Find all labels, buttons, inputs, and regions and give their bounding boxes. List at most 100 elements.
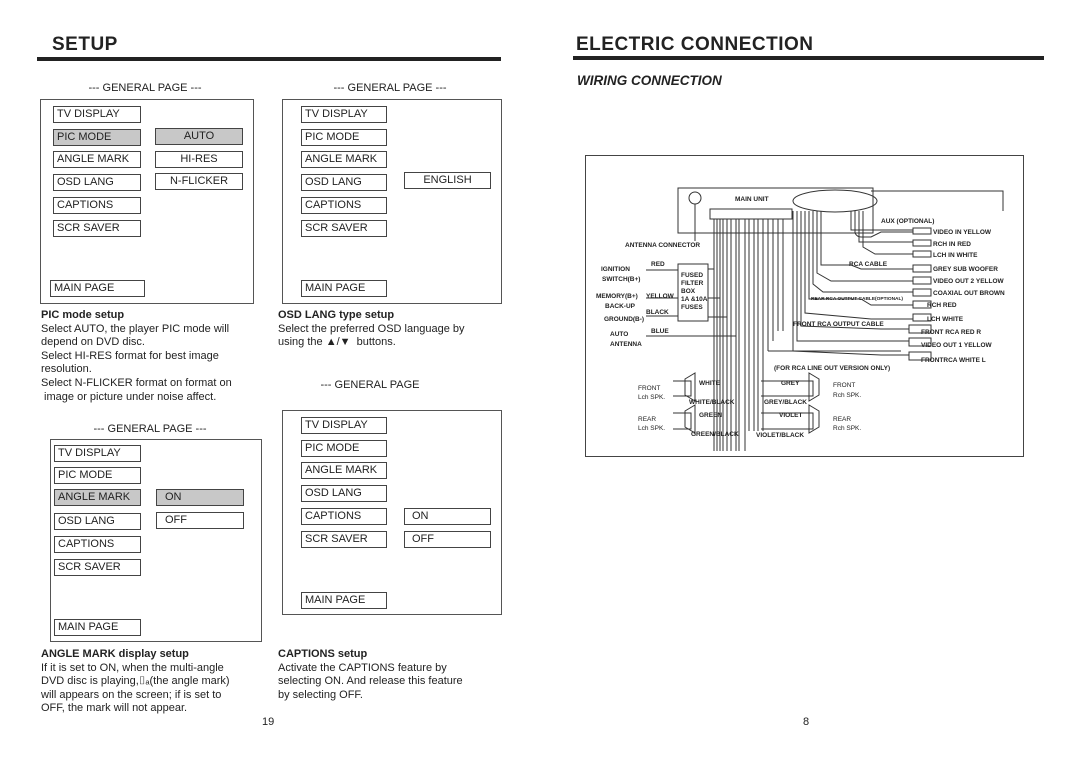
rear-right-neg-label: VIOLET/BLACK — [756, 432, 804, 439]
menu3-item-angle-mark[interactable]: ANGLE MARK — [54, 489, 141, 506]
menu1-option-hi-res[interactable]: HI-RES — [155, 151, 243, 168]
wiring-connection-subtitle: WIRING CONNECTION — [577, 73, 722, 88]
menu1-option-auto[interactable]: AUTO — [155, 128, 243, 145]
menu3-item-scr-saver[interactable]: SCR SAVER — [54, 559, 141, 576]
memory-label: MEMORY(B+) — [596, 293, 638, 300]
menu2-main-page[interactable]: MAIN PAGE — [301, 280, 387, 297]
wiring-diagram-frame: MAIN UNIT ANTENNA CONNECTOR RED IGNITION… — [585, 155, 1024, 457]
menu3-panel: TV DISPLAY PIC MODE ANGLE MARK OSD LANG … — [50, 439, 262, 642]
menu4-item-osd-lang[interactable]: OSD LANG — [301, 485, 387, 502]
menu3-main-page[interactable]: MAIN PAGE — [54, 619, 141, 636]
rear-right-pos-label: VIOLET — [779, 412, 803, 419]
menu2-item-captions[interactable]: CAPTIONS — [301, 197, 387, 214]
angle-mark-description: ANGLE MARK display setup If it is set to… — [41, 648, 271, 716]
antenna-label: ANTENNA — [610, 341, 642, 348]
front-right-pos-label: GREY — [781, 380, 800, 387]
rear-left-speaker-label: Lch SPK. — [638, 425, 665, 432]
desc-line: Select HI-RES format for best image — [41, 349, 219, 362]
desc-line: DVD disc is playing,⌷ₐ(the angle mark) — [41, 675, 230, 688]
connector-label: RCH IN RED — [933, 241, 971, 248]
desc-line: image or picture under noise affect. — [41, 390, 217, 403]
menu4-item-scr-saver[interactable]: SCR SAVER — [301, 531, 387, 548]
menu2-item-pic-mode[interactable]: PIC MODE — [301, 129, 387, 146]
menu1-item-scr-saver[interactable]: SCR SAVER — [53, 220, 141, 237]
menu4-panel: TV DISPLAY PIC MODE ANGLE MARK OSD LANG … — [282, 410, 502, 615]
menu3-item-captions[interactable]: CAPTIONS — [54, 536, 141, 553]
wire-yellow-label: YELLOW — [646, 293, 675, 300]
wiring-diagram: MAIN UNIT ANTENNA CONNECTOR RED IGNITION… — [596, 187, 1005, 451]
menu3-item-pic-mode[interactable]: PIC MODE — [54, 467, 141, 484]
connector-label: FRONTRCA WHITE L — [921, 357, 986, 364]
auto-label: AUTO — [610, 331, 628, 338]
menu1-item-pic-mode[interactable]: PIC MODE — [53, 129, 141, 146]
fuse-box-line: FUSES — [681, 304, 703, 311]
fuse-box-line: FUSED — [681, 272, 703, 279]
aux-label: AUX (OPTIONAL) — [881, 218, 934, 225]
rear-right-speaker-label: Rch SPK. — [833, 425, 861, 432]
connector-label: LCH IN WHITE — [933, 252, 978, 259]
connector-label: VIDEO OUT 1 YELLOW — [921, 342, 993, 349]
switch-label: SWITCH(B+) — [602, 276, 640, 283]
harness-wires — [713, 219, 784, 451]
desc-line: Select the preferred OSD language by — [278, 322, 465, 335]
menu4-item-pic-mode[interactable]: PIC MODE — [301, 440, 387, 457]
menu3-heading: --- GENERAL PAGE --- — [93, 423, 207, 435]
menu4-item-captions[interactable]: CAPTIONS — [301, 508, 387, 525]
menu4-item-tv-display[interactable]: TV DISPLAY — [301, 417, 387, 434]
connector-label: VIDEO IN YELLOW — [933, 229, 992, 236]
menu3-option-off[interactable]: OFF — [156, 512, 244, 529]
menu1-panel: TV DISPLAY PIC MODE ANGLE MARK OSD LANG … — [40, 99, 254, 304]
menu3-option-on[interactable]: ON — [156, 489, 244, 506]
connector-label: RCH RED — [927, 302, 957, 309]
front-left-speaker-label: Lch SPK. — [638, 394, 665, 401]
menu1-item-angle-mark[interactable]: ANGLE MARK — [53, 151, 141, 168]
desc-line: selecting ON. And release this feature — [278, 675, 463, 688]
front-rca-label: FRONT RCA OUTPUT CABLE — [793, 321, 884, 328]
desc-line: If it is set to ON, when the multi-angle — [41, 661, 224, 674]
wire-blue-label: BLUE — [651, 328, 669, 335]
title-rule — [37, 57, 501, 61]
menu2-item-scr-saver[interactable]: SCR SAVER — [301, 220, 387, 237]
menu4-option-on[interactable]: ON — [404, 508, 491, 525]
menu1-option-n-flicker[interactable]: N-FLICKER — [155, 173, 243, 190]
osd-lang-description: OSD LANG type setup Select the preferred… — [278, 309, 508, 350]
wire-black-label: BLACK — [646, 309, 669, 316]
menu1-item-captions[interactable]: CAPTIONS — [53, 197, 141, 214]
menu2-item-osd-lang[interactable]: OSD LANG — [301, 174, 387, 191]
menu2-panel: TV DISPLAY PIC MODE ANGLE MARK OSD LANG … — [282, 99, 502, 304]
aux-harness — [792, 189, 878, 213]
ignition-label: IGNITION — [601, 266, 630, 273]
connector-label: LCH WHITE — [927, 316, 964, 323]
angle-mark-title: ANGLE MARK display setup — [41, 648, 189, 660]
menu3-item-osd-lang[interactable]: OSD LANG — [54, 513, 141, 530]
rear-left-neg-label: GREEN/BLACK — [691, 431, 739, 438]
fuse-box-line: 1A &10A — [681, 296, 708, 303]
connector-label: VIDEO OUT 2 YELLOW — [933, 278, 1005, 285]
page-number-left: 19 — [262, 716, 275, 728]
osd-lang-title: OSD LANG type setup — [278, 309, 395, 321]
fuse-box-line: FILTER — [681, 280, 704, 287]
rear-left-pos-label: GREEN — [699, 412, 722, 419]
menu2-item-tv-display[interactable]: TV DISPLAY — [301, 106, 387, 123]
setup-title: SETUP — [52, 34, 118, 55]
front-right-speaker-label: Rch SPK. — [833, 392, 861, 399]
antenna-socket — [688, 191, 702, 205]
connector-label: FRONT RCA RED R — [921, 329, 981, 336]
menu4-option-off[interactable]: OFF — [404, 531, 491, 548]
desc-line: will appears on the screen; if is set to — [41, 688, 222, 701]
rear-rca-label: REAR RCA OUTPUT CABLE(OPTIONAL) — [811, 296, 903, 302]
pic-mode-title: PIC mode setup — [41, 309, 125, 321]
menu2-option-english[interactable]: ENGLISH — [404, 172, 491, 189]
connector-label: COAXIAL OUT BROWN — [933, 290, 1005, 297]
menu3-item-tv-display[interactable]: TV DISPLAY — [54, 445, 141, 462]
menu1-main-page[interactable]: MAIN PAGE — [50, 280, 145, 297]
desc-line: resolution. — [41, 363, 92, 376]
wire-red-label: RED — [651, 261, 665, 268]
captions-description: CAPTIONS setup Activate the CAPTIONS fea… — [278, 648, 508, 702]
menu2-item-angle-mark[interactable]: ANGLE MARK — [301, 151, 387, 168]
menu1-item-tv-display[interactable]: TV DISPLAY — [53, 106, 141, 123]
menu4-item-angle-mark[interactable]: ANGLE MARK — [301, 462, 387, 479]
menu1-item-osd-lang[interactable]: OSD LANG — [53, 174, 141, 191]
menu4-main-page[interactable]: MAIN PAGE — [301, 592, 387, 609]
front-right-neg-label: GREY/BLACK — [764, 399, 807, 406]
